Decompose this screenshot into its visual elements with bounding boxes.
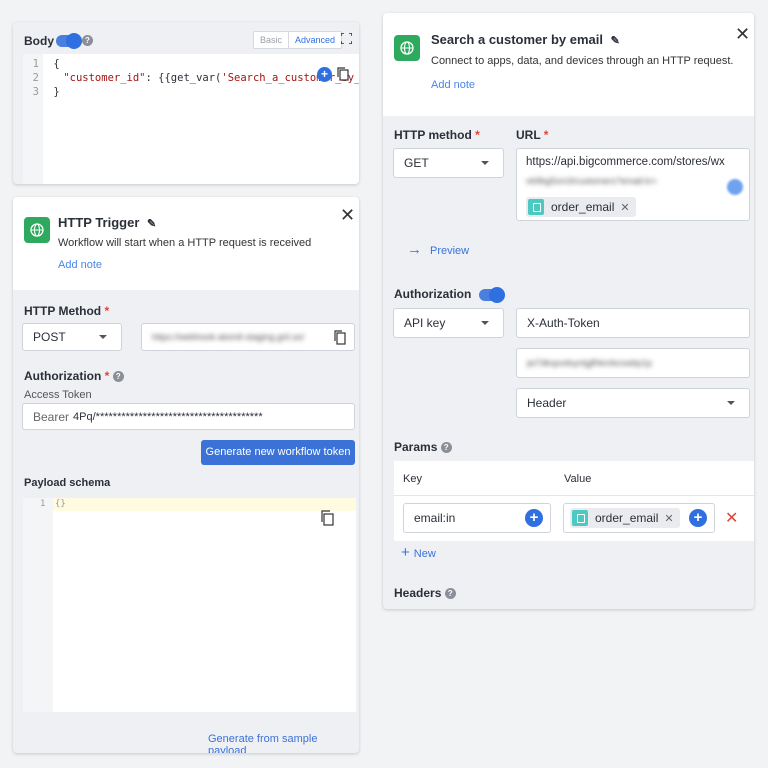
method-label: HTTP Method * [24, 304, 110, 318]
headers-label: Headers ? [394, 586, 456, 600]
chip-remove-icon[interactable]: ✕ [620, 201, 629, 214]
trigger-add-note[interactable]: Add note [58, 259, 102, 271]
delete-param-icon[interactable]: ✕ [725, 508, 738, 528]
trigger-header: HTTP Trigger ✎ Workflow will start when … [13, 197, 359, 290]
url-label: URL * [516, 128, 549, 142]
trigger-subtitle: Workflow will start when a HTTP request … [58, 237, 312, 249]
chip-remove-icon[interactable]: ✕ [664, 512, 673, 525]
param-value-chip[interactable]: order_email ✕ [570, 508, 680, 528]
search-customer-card: Search a customer by email ✎ Connect to … [383, 13, 754, 609]
expand-icon[interactable] [340, 32, 353, 45]
params-label: Params ? [394, 440, 452, 454]
code-line-1: 1 { [32, 58, 60, 70]
url-field[interactable]: https://api.bigcommerce.com/stores/wx vb… [516, 148, 750, 221]
auth-key-field[interactable]: jw7dkspvdsynlgjfhkmbcswbp1p [516, 348, 750, 378]
code-line-3: 3 } [32, 86, 60, 98]
params-table: Key Value email:in + order_email ✕ + ✕ [394, 461, 754, 541]
variable-icon [572, 510, 588, 526]
payload-label: Payload schema [24, 477, 111, 489]
plus-icon: + [401, 544, 410, 561]
authorization-label: Authorization [394, 286, 505, 303]
http-method-label: HTTP method * [394, 128, 480, 142]
webhook-url-field[interactable]: https://webhook-atomtl-staging.grit.so/ [141, 323, 355, 351]
body-code-editor[interactable]: 1 { 2 "customer_id": {{get_var('Search_a… [23, 54, 359, 184]
http-trigger-card: HTTP Trigger ✎ Workflow will start when … [13, 197, 359, 753]
param-key-field[interactable]: email:in + [403, 503, 551, 533]
payload-editor[interactable]: 1 {} [23, 498, 356, 712]
params-key-header: Key [403, 473, 422, 485]
edit-pencil-icon[interactable]: ✎ [147, 218, 156, 230]
body-mode-tabs: Basic Advanced [253, 31, 343, 49]
variable-icon [528, 199, 544, 215]
tab-basic[interactable]: Basic [254, 32, 288, 48]
search-add-note[interactable]: Add note [431, 79, 475, 91]
copy-payload-icon[interactable] [321, 510, 334, 529]
search-subtitle: Connect to apps, data, and devices throu… [431, 55, 734, 67]
generate-token-button[interactable]: Generate new workflow token [201, 440, 355, 465]
body-title: Body [24, 34, 54, 48]
param-value-field[interactable]: order_email ✕ + [563, 503, 715, 533]
auth-type-select[interactable]: API key [393, 308, 504, 338]
params-help-icon: ? [440, 442, 452, 454]
copy-url-icon[interactable] [334, 330, 346, 348]
method-select[interactable]: POST [22, 323, 122, 351]
auth-location-select[interactable]: Header [516, 388, 750, 418]
auth-help-icon: ? [112, 371, 124, 383]
headers-help-icon: ? [444, 588, 456, 600]
globe-icon [24, 217, 50, 243]
body-toggle[interactable] [56, 33, 82, 49]
edit-pencil-icon[interactable]: ✎ [611, 35, 620, 47]
search-header: Search a customer by email ✎ Connect to … [383, 13, 754, 116]
arrow-right-icon: → [407, 241, 422, 258]
insert-variable-icon[interactable]: + [525, 509, 543, 527]
generate-sample-link[interactable]: Generate from sample payload [208, 733, 359, 753]
insert-variable-icon[interactable]: + [689, 509, 707, 527]
url-chip[interactable]: order_email ✕ [526, 197, 636, 217]
trigger-title: HTTP Trigger ✎ [58, 215, 157, 230]
auth-label: Authorization * ? [24, 369, 124, 383]
access-token-label: Access Token [24, 389, 92, 401]
search-title: Search a customer by email ✎ [431, 32, 620, 47]
code-line-2: 2 "customer_id": {{get_var('Search_a_cus… [32, 72, 359, 84]
globe-icon [394, 35, 420, 61]
url-insert-icon[interactable] [727, 179, 743, 195]
tab-advanced[interactable]: Advanced [288, 32, 341, 48]
params-value-header: Value [564, 473, 592, 485]
auth-header-name-field[interactable]: X-Auth-Token [516, 308, 750, 338]
close-icon[interactable]: ✕ [340, 205, 355, 226]
access-token-field[interactable]: Bearer 4Pq/*****************************… [22, 403, 355, 430]
http-method-select[interactable]: GET [393, 148, 504, 178]
body-help-icon: ? [82, 35, 93, 46]
preview-link[interactable]: → Preview [407, 241, 469, 258]
close-icon[interactable]: ✕ [735, 24, 750, 45]
new-param-link[interactable]: + New [401, 544, 436, 561]
auth-toggle[interactable] [478, 286, 505, 303]
copy-icon[interactable] [337, 67, 349, 84]
insert-variable-icon[interactable]: + [317, 67, 332, 82]
body-card: Body ? Basic Advanced 1 { 2 "customer_id… [13, 22, 359, 184]
